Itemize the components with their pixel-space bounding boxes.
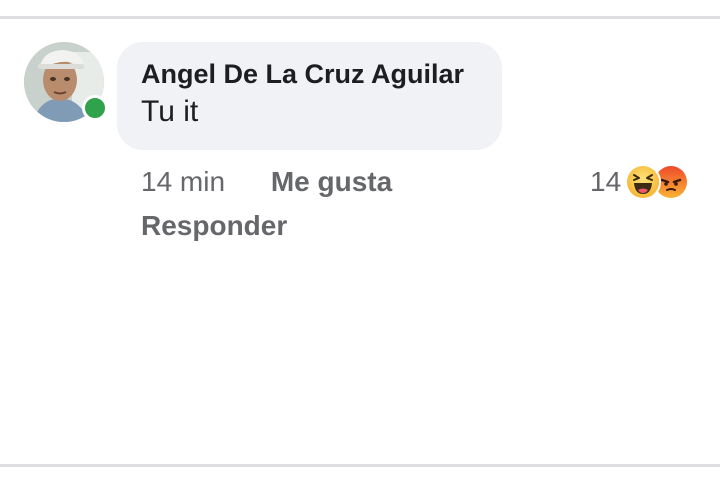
comment-time[interactable]: 14 min (141, 166, 225, 197)
reactions-summary[interactable]: 14 (590, 162, 690, 202)
like-button[interactable]: Me gusta (271, 166, 392, 197)
haha-emoji-icon (625, 164, 662, 200)
online-status-dot (82, 95, 108, 121)
comment-text: Tu it (141, 95, 199, 128)
bottom-divider (0, 464, 720, 467)
reaction-count: 14 (590, 166, 622, 197)
comment-bubble[interactable]: Angel De La Cruz Aguilar Tu it (117, 42, 502, 150)
reply-button[interactable]: Responder (141, 208, 287, 244)
comment: Angel De La Cruz Aguilar Tu it 14 min Me… (24, 40, 714, 260)
comment-author[interactable]: Angel De La Cruz Aguilar (141, 56, 478, 92)
top-divider (0, 16, 720, 19)
comment-meta: 14 min Me gusta (141, 164, 392, 200)
